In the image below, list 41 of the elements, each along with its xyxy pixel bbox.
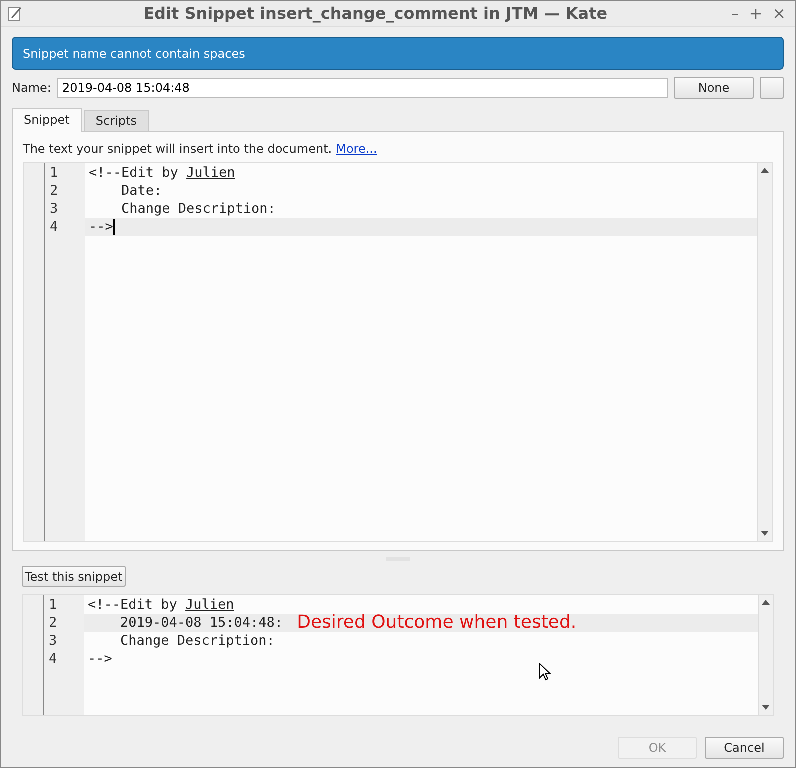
annotation-text: Desired Outcome when tested. — [297, 614, 577, 632]
scroll-down-icon[interactable] — [761, 531, 769, 537]
line-number: 3 — [49, 632, 58, 650]
code-line: Date: — [120, 182, 162, 200]
line-number: 3 — [50, 200, 60, 218]
scroll-down-icon[interactable] — [762, 705, 770, 711]
app-icon — [7, 6, 23, 22]
name-label: Name: — [12, 81, 52, 95]
mouse-pointer-icon — [539, 663, 551, 681]
code-line: --> — [88, 650, 112, 668]
line-number: 4 — [49, 650, 58, 668]
window-control[interactable]: – — [728, 4, 742, 23]
test-button[interactable]: Test this snippet — [22, 566, 126, 587]
more-link[interactable]: More... — [336, 142, 378, 156]
tab[interactable]: Scripts — [84, 110, 149, 131]
hint-text: The text your snippet will insert into the document. — [23, 142, 332, 156]
code-line: Change Description: — [120, 632, 275, 650]
code-line: 2019-04-08 15:04:48: — [120, 614, 284, 632]
code-line: <!--Edit by Julien — [89, 164, 236, 182]
scroll-up-icon[interactable] — [761, 167, 769, 173]
line-number: 4 — [50, 218, 60, 236]
line-number: 2 — [50, 182, 60, 200]
window-title: Edit Snippet insert_change_comment in JTM — Kate — [142, 4, 609, 23]
window-control[interactable]: × — [770, 4, 789, 23]
shortcut-button[interactable]: None — [674, 77, 754, 99]
code-editor[interactable]: 1 2 3 4 <!--Edit by Julien Date: Change Description: --> — [23, 162, 773, 542]
scroll-up-icon[interactable] — [762, 599, 770, 605]
text-cursor — [113, 219, 115, 235]
error-message: Snippet name cannot contain spaces — [12, 37, 784, 70]
scrollbar[interactable] — [758, 595, 773, 715]
scrollbar[interactable] — [757, 163, 772, 541]
tab[interactable]: Snippet — [12, 108, 82, 132]
code-line: --> — [89, 218, 114, 236]
name-field[interactable]: 2019-04-08 15:04:48 — [57, 78, 668, 98]
line-number: 1 — [50, 164, 60, 182]
cancel-button[interactable]: Cancel — [705, 737, 784, 759]
window-control[interactable]: + — [746, 4, 766, 23]
line-number: 1 — [49, 596, 58, 614]
code-line: Change Description: — [120, 200, 276, 218]
line-number: 2 — [49, 614, 58, 632]
code-line: <!--Edit by Julien — [88, 596, 234, 614]
